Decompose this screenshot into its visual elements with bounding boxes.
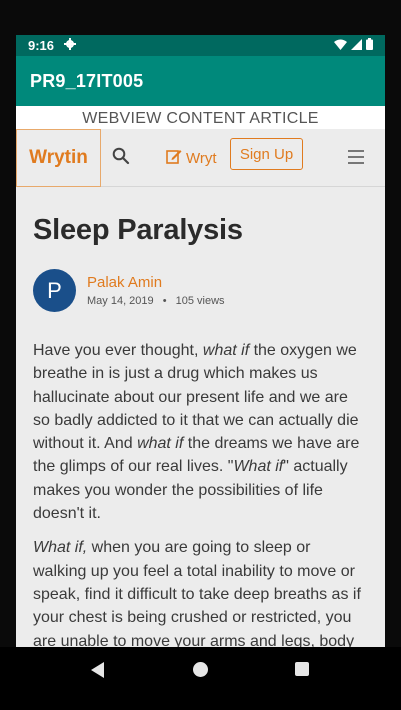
search-icon[interactable]	[112, 147, 132, 167]
article-title: Sleep Paralysis	[33, 214, 243, 246]
wifi-icon	[334, 38, 347, 53]
webview-title: WEBVIEW CONTENT ARTICLE	[16, 106, 385, 129]
text-run-italic: What if,	[33, 539, 88, 557]
avatar[interactable]: P	[33, 269, 76, 312]
article-paragraph-2: What if, when you are going to sleep or …	[33, 536, 368, 647]
site-navigation: Wrytin Wryt Sign Up	[16, 128, 385, 187]
edit-icon	[166, 148, 182, 168]
status-icons	[334, 38, 373, 53]
status-bar: 9:16	[16, 35, 385, 56]
status-time: 9:16	[28, 38, 55, 53]
text-run-italic: What if	[233, 458, 284, 476]
hamburger-menu-icon[interactable]	[348, 150, 364, 164]
site-logo[interactable]: Wrytin	[16, 128, 101, 187]
signup-button[interactable]: Sign Up	[230, 138, 303, 170]
write-label: Wryt	[186, 149, 217, 167]
device-frame: 9:16 PR9_17IT005 WEBVIEW CONTENT ARTICLE	[0, 0, 401, 710]
back-icon[interactable]	[91, 662, 104, 678]
battery-icon	[366, 38, 373, 53]
article-paragraph-1: Have you ever thought, what if the oxyge…	[33, 339, 368, 525]
article: Sleep Paralysis P Palak Amin May 14, 201…	[16, 214, 385, 647]
post-meta: May 14, 2019 • 105 views	[87, 295, 225, 307]
text-run-italic: what if	[137, 435, 184, 453]
system-navigation-bar	[0, 647, 401, 710]
phone-screen: 9:16 PR9_17IT005 WEBVIEW CONTENT ARTICLE	[16, 35, 385, 647]
gear-icon	[64, 38, 77, 53]
post-date: May 14, 2019	[87, 295, 154, 307]
text-run-italic: what if	[202, 342, 250, 359]
write-button[interactable]: Wryt	[166, 148, 217, 168]
author-block: P Palak Amin May 14, 2019 • 105 views	[33, 269, 368, 312]
app-title: PR9_17IT005	[30, 70, 144, 91]
author-meta: Palak Amin May 14, 2019 • 105 views	[87, 274, 225, 307]
view-count: 105 views	[175, 295, 225, 307]
app-bar: PR9_17IT005	[16, 56, 385, 106]
signal-icon	[351, 38, 362, 53]
author-name[interactable]: Palak Amin	[87, 274, 225, 291]
meta-separator: •	[162, 295, 167, 307]
text-run: Have you ever thought,	[33, 342, 203, 359]
home-icon[interactable]	[193, 662, 208, 677]
recent-apps-icon[interactable]	[295, 662, 309, 676]
